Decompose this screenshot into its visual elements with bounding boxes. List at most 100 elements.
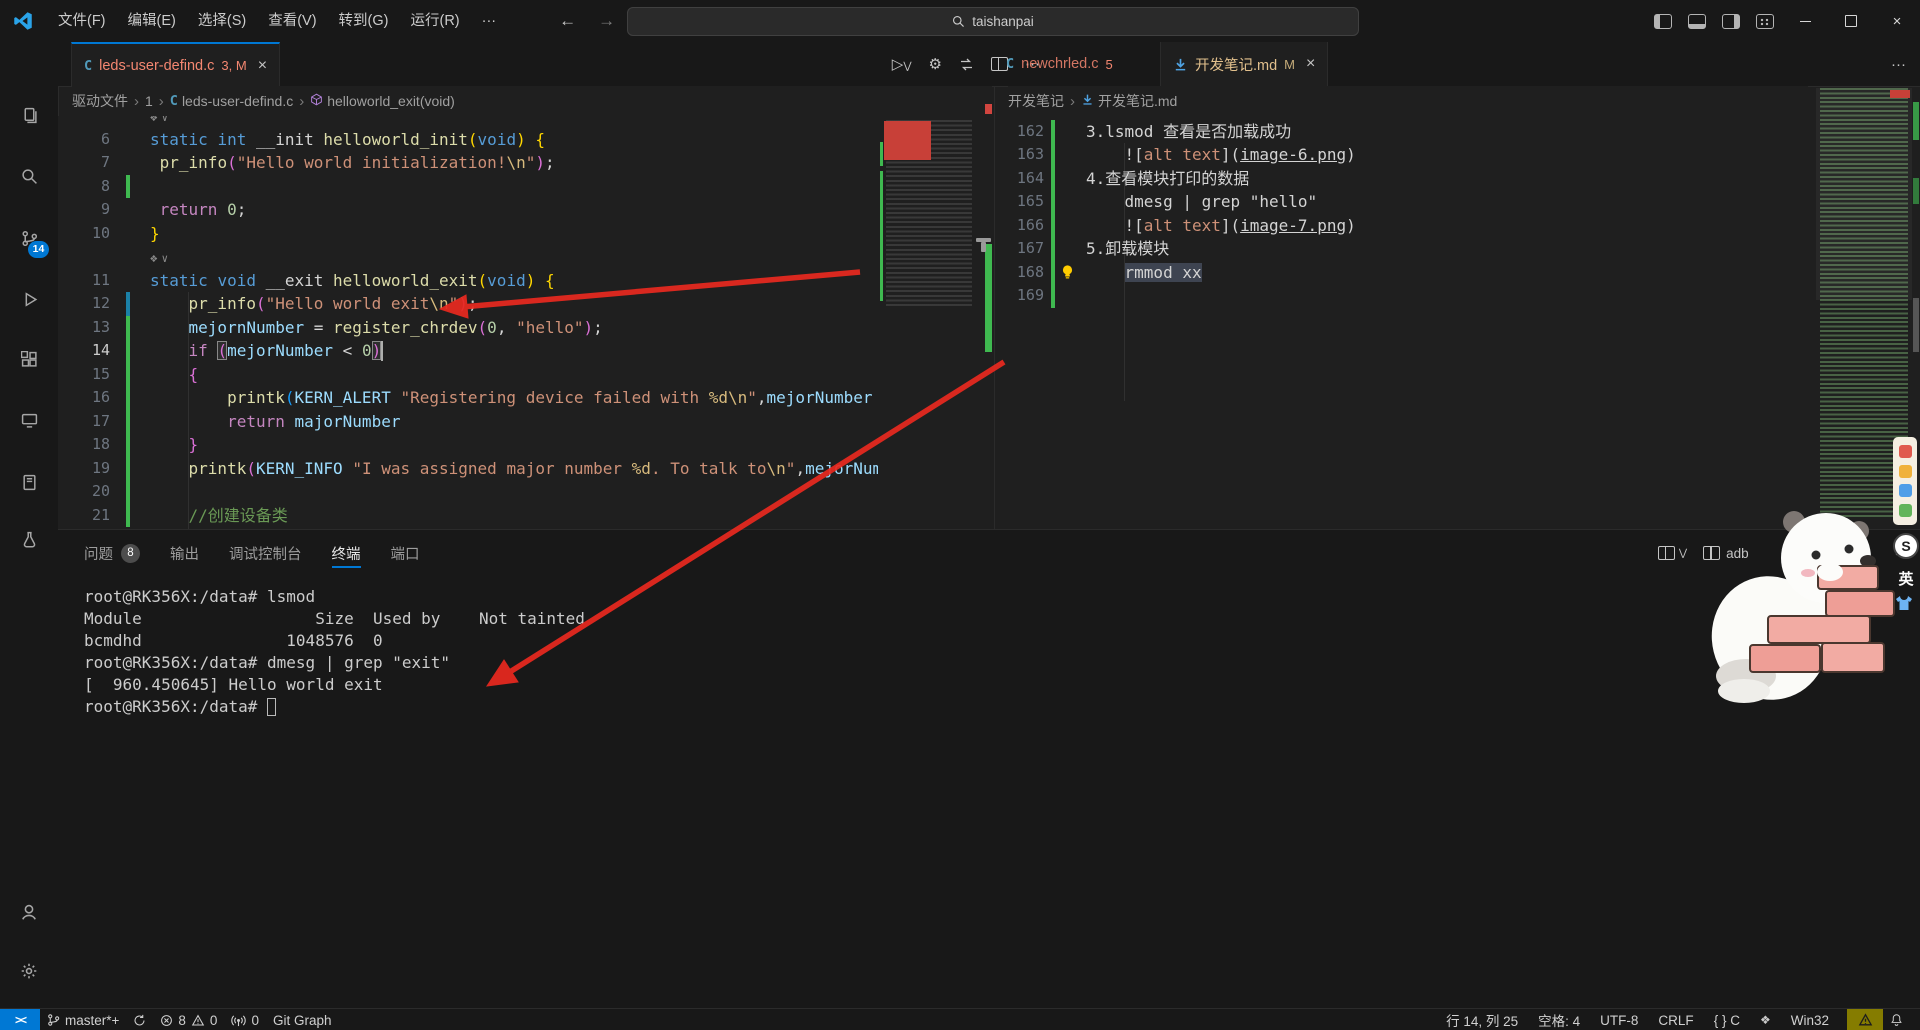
status-eol[interactable]: CRLF xyxy=(1648,1009,1703,1030)
nav-forward-icon[interactable]: → xyxy=(598,11,615,31)
code-line[interactable]: 8 xyxy=(58,175,880,199)
code-line[interactable]: 9 return 0; xyxy=(58,198,880,222)
panel-tab-端口[interactable]: 端口 xyxy=(391,530,420,576)
panel-tab-终端[interactable]: 终端 xyxy=(332,530,361,576)
minimap-slider[interactable] xyxy=(1816,88,1912,300)
code-line[interactable]: 169 xyxy=(994,284,1816,308)
menu-item[interactable]: 运行(R) xyxy=(399,7,470,35)
menu-item[interactable]: 编辑(E) xyxy=(117,7,187,35)
compare-changes-icon[interactable] xyxy=(959,57,974,72)
code-line[interactable]: 20 xyxy=(58,480,880,504)
status-warning-badge[interactable] xyxy=(1847,1009,1883,1030)
toggle-panel-icon[interactable] xyxy=(1688,14,1706,29)
code-line[interactable]: 16 printk(KERN_ALERT "Registering device… xyxy=(58,386,880,410)
breadcrumb-item[interactable]: 开发笔记 xyxy=(1008,91,1064,111)
remote-indicator[interactable]: >< xyxy=(0,1009,40,1030)
activity-item-search[interactable] xyxy=(0,151,58,201)
breadcrumb-item[interactable]: 1 xyxy=(145,93,153,109)
code-line[interactable]: 21 //创建设备类 xyxy=(58,504,880,528)
customize-layout-icon[interactable] xyxy=(1756,14,1774,29)
status-problems[interactable]: 80 xyxy=(153,1009,224,1030)
terminal-output[interactable]: root@RK356X:/data# lsmodModule Size Used… xyxy=(84,586,585,718)
activity-item-source-control[interactable]: 14 xyxy=(0,213,58,263)
ime-logo[interactable]: S xyxy=(1893,533,1919,559)
activity-item-extensions[interactable] xyxy=(0,334,58,384)
code-line[interactable]: 10} xyxy=(58,222,880,246)
ime-language-mode[interactable]: 英 xyxy=(1893,568,1919,589)
nav-back-icon[interactable]: ← xyxy=(559,11,576,31)
code-line[interactable]: 6static int __init helloworld_init(void)… xyxy=(58,128,880,152)
panel-tab-问题[interactable]: 问题8 xyxy=(84,530,140,576)
activity-item-remote-explorer[interactable] xyxy=(0,395,58,445)
tab-newchrled[interactable]: C newchrled.c 5 xyxy=(994,42,1125,86)
ime-toolbar[interactable]: S 英 xyxy=(1893,437,1919,616)
breadcrumb-item[interactable]: 开发笔记.md xyxy=(1098,91,1177,111)
status-notifications-icon[interactable] xyxy=(1883,1009,1910,1030)
code-line[interactable]: 1675.卸载模块 xyxy=(994,237,1816,261)
code-line[interactable]: 15 { xyxy=(58,363,880,387)
status-language-mode[interactable]: { } C xyxy=(1704,1009,1750,1030)
tab-close-icon[interactable]: × xyxy=(1306,55,1315,73)
breadcrumb[interactable]: 驱动文件›1›Cleds-user-defind.c›helloworld_ex… xyxy=(72,86,992,116)
codelens-row[interactable]: ❖∨ xyxy=(58,245,880,269)
split-terminal-button[interactable]: ⋁ xyxy=(1658,546,1687,560)
editor-group-separator[interactable] xyxy=(994,86,995,529)
code-line[interactable]: 17 return majorNumber xyxy=(58,410,880,434)
window-close-button[interactable]: × xyxy=(1874,0,1920,42)
more-actions-icon[interactable]: ··· xyxy=(1891,56,1906,73)
code-editor-right[interactable]: 1623.lsmod 查看是否加载成功163 ![alt text](image… xyxy=(994,116,1816,529)
activity-item-account[interactable] xyxy=(0,887,58,937)
ime-skin-icon[interactable] xyxy=(1895,595,1913,611)
breadcrumb[interactable]: 开发笔记›开发笔记.md xyxy=(1008,86,1808,116)
status-language-status[interactable]: ❖ xyxy=(1750,1009,1781,1030)
status-ports[interactable]: 0 xyxy=(224,1009,266,1030)
menu-item[interactable]: 转到(G) xyxy=(328,7,400,35)
panel-tab-输出[interactable]: 输出 xyxy=(170,530,199,576)
activity-item-testing[interactable] xyxy=(0,514,58,564)
window-maximize-button[interactable] xyxy=(1828,0,1874,42)
activity-item-settings[interactable] xyxy=(0,946,58,996)
code-line[interactable]: 163 ![alt text](image-6.png) xyxy=(994,143,1816,167)
status-platform[interactable]: Win32 xyxy=(1781,1009,1839,1030)
status-encoding[interactable]: UTF-8 xyxy=(1590,1009,1648,1030)
code-line[interactable]: 13 mejornNumber = register_chrdev(0, "he… xyxy=(58,316,880,340)
breadcrumb-item[interactable]: helloworld_exit(void) xyxy=(327,93,455,109)
menu-overflow-icon[interactable]: ··· xyxy=(471,7,508,35)
code-line[interactable]: 19 printk(KERN_INFO "I was assigned majo… xyxy=(58,457,880,481)
code-line[interactable]: 11static void __exit helloworld_exit(voi… xyxy=(58,269,880,293)
lightbulb-icon[interactable] xyxy=(1060,264,1075,286)
code-line[interactable]: 14 if (mejorNumber < 0) xyxy=(58,339,880,363)
status-branch[interactable]: master*+ xyxy=(40,1009,126,1030)
code-line[interactable]: 18 } xyxy=(58,433,880,457)
minimap[interactable] xyxy=(880,116,982,529)
activity-item-run-debug[interactable] xyxy=(0,274,58,324)
codelens-row[interactable]: ❖∨ xyxy=(58,116,880,128)
status-sync[interactable] xyxy=(126,1009,153,1030)
code-line[interactable]: 12 pr_info("Hello world exit\n"); xyxy=(58,292,880,316)
code-line[interactable]: 165 dmesg | grep "hello" xyxy=(994,190,1816,214)
activity-item-notebook[interactable] xyxy=(0,457,58,507)
tab-dev-notes[interactable]: 开发笔记.md M × xyxy=(1160,42,1328,86)
status-indentation[interactable]: 空格: 4 xyxy=(1528,1009,1590,1030)
breadcrumb-item[interactable]: 驱动文件 xyxy=(72,91,128,111)
code-editor-left[interactable]: ❖∨6static int __init helloworld_init(voi… xyxy=(58,116,880,529)
code-line[interactable]: 7 pr_info("Hello world initialization!\n… xyxy=(58,151,880,175)
menu-item[interactable]: 查看(V) xyxy=(257,7,327,35)
ime-skin-tag[interactable] xyxy=(1893,437,1917,525)
breadcrumb-item[interactable]: leds-user-defind.c xyxy=(182,93,293,109)
code-line[interactable]: 168 rmmod xx xyxy=(994,261,1816,285)
tab-leds-user-defind[interactable]: C leds-user-defind.c 3, M × xyxy=(71,42,280,87)
launch-profile-button[interactable]: adb xyxy=(1703,546,1749,561)
window-minimize-button[interactable] xyxy=(1782,0,1828,42)
status-git-graph[interactable]: Git Graph xyxy=(266,1009,339,1030)
activity-item-explorer[interactable] xyxy=(0,90,58,140)
command-center-search[interactable]: taishanpai xyxy=(627,7,1359,36)
menu-item[interactable]: 文件(F) xyxy=(47,7,117,35)
code-line[interactable]: 166 ![alt text](image-7.png) xyxy=(994,214,1816,238)
tab-close-icon[interactable]: × xyxy=(258,57,267,75)
status-cursor-position[interactable]: 行 14, 列 25 xyxy=(1436,1009,1528,1030)
toggle-sidebar-icon[interactable] xyxy=(1654,14,1672,29)
settings-gear-icon[interactable]: ⚙ xyxy=(929,55,942,73)
run-button[interactable]: ▷⋁ xyxy=(892,55,912,73)
toggle-secondary-sidebar-icon[interactable] xyxy=(1722,14,1740,29)
